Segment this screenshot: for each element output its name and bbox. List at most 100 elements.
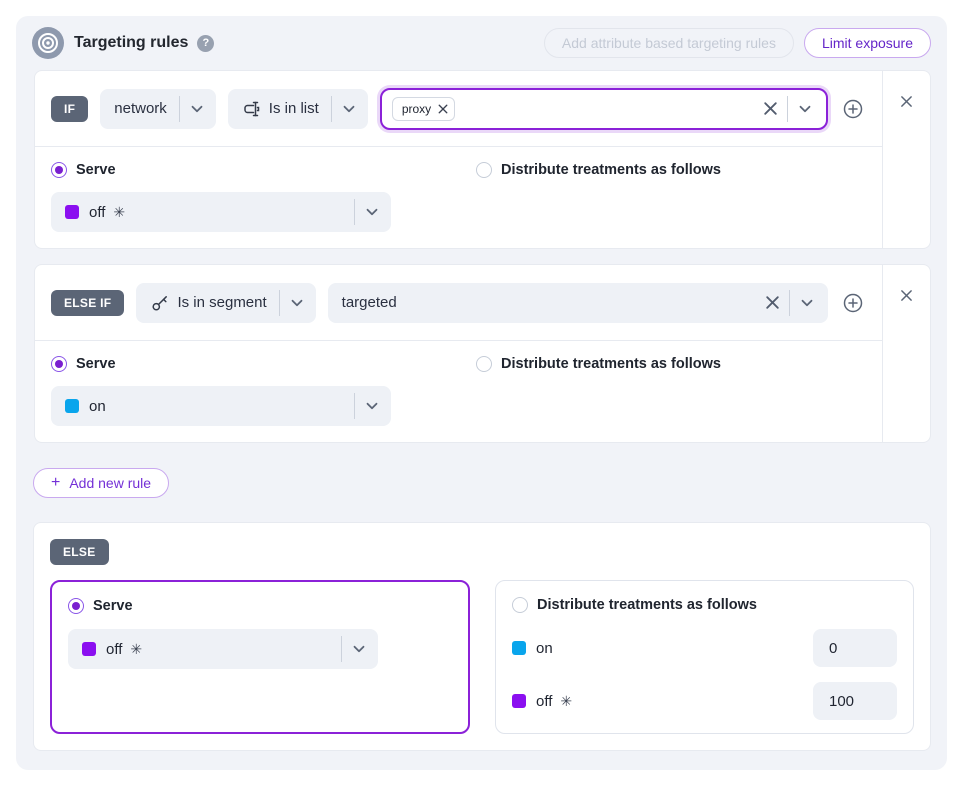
treatment-color-swatch — [512, 641, 526, 655]
rule-close-column — [882, 71, 930, 248]
divider — [354, 199, 355, 225]
matcher-select[interactable]: Is in list — [228, 89, 368, 129]
treatment-select[interactable]: off ✳ — [68, 629, 378, 669]
value-chip-label: proxy — [402, 102, 431, 116]
targeting-rules-panel: Targeting rules ? Add attribute based ta… — [16, 16, 947, 770]
chevron-down-icon — [363, 203, 381, 221]
limit-exposure-button[interactable]: Limit exposure — [804, 28, 931, 58]
else-if-badge: ELSE IF — [51, 290, 124, 316]
string-matcher-icon — [242, 99, 262, 119]
matcher-select-label: Is in segment — [177, 294, 266, 311]
if-badge: IF — [51, 96, 88, 122]
distribute-label: Distribute treatments as follows — [501, 162, 721, 178]
clear-segment-icon[interactable] — [762, 292, 783, 313]
radio-unselected[interactable] — [512, 597, 528, 613]
radio-unselected[interactable] — [476, 356, 492, 372]
serve-area: Serve Distribute treatments as follows o… — [35, 147, 882, 248]
serve-area: Serve Distribute treatments as follows o… — [35, 341, 882, 442]
treatment-color-swatch — [65, 399, 79, 413]
segment-chevron-down-icon[interactable] — [796, 292, 818, 314]
values-multiselect-input[interactable]: proxy — [380, 88, 828, 130]
serve-label: Serve — [76, 356, 116, 372]
treatment-name: off — [89, 204, 105, 221]
serve-radio-option[interactable]: Serve — [68, 598, 133, 614]
divider — [787, 96, 788, 122]
attribute-select-label: network — [114, 100, 167, 117]
distribute-row: off ✳ 100 — [512, 682, 897, 720]
else-serve-panel[interactable]: Serve off ✳ — [50, 580, 470, 734]
rule-card-if: IF network — [34, 70, 931, 249]
treatment-name: off — [106, 641, 122, 658]
segment-select-input[interactable]: targeted — [328, 283, 828, 323]
distribute-radio-option[interactable]: Distribute treatments as follows — [476, 356, 721, 372]
matcher-select-label: Is in list — [269, 100, 319, 117]
treatment-color-swatch — [65, 205, 79, 219]
distribute-radio-option[interactable]: Distribute treatments as follows — [512, 597, 757, 613]
rule-main: ELSE IF Is in segment — [35, 265, 882, 442]
segment-key-icon — [150, 293, 170, 313]
serve-radio-option[interactable]: Serve — [51, 356, 476, 372]
values-chevron-down-icon[interactable] — [794, 98, 816, 120]
rule-main: IF network — [35, 71, 882, 248]
chevron-down-icon — [340, 100, 358, 118]
radio-selected[interactable] — [51, 356, 67, 372]
else-badge: ELSE — [50, 539, 109, 565]
chevron-down-icon — [350, 640, 368, 658]
serve-radio-option[interactable]: Serve — [51, 162, 476, 178]
rule-close-column — [882, 265, 930, 442]
condition-row: IF network — [35, 71, 882, 147]
add-attribute-rules-button[interactable]: Add attribute based targeting rules — [544, 28, 794, 58]
add-new-rule-button[interactable]: + Add new rule — [33, 468, 169, 498]
default-treatment-icon: ✳ — [560, 693, 572, 710]
treatment-percentage-input[interactable]: 100 — [813, 682, 897, 720]
default-treatment-icon: ✳ — [113, 204, 125, 221]
divider — [341, 636, 342, 662]
treatment-name: off — [536, 693, 552, 710]
treatment-percentage-input[interactable]: 0 — [813, 629, 897, 667]
delete-rule-icon[interactable] — [898, 93, 915, 110]
distribute-row: on 0 — [512, 629, 897, 667]
else-panels: Serve off ✳ Distribute treatments as fol — [50, 580, 914, 734]
matcher-select[interactable]: Is in segment — [136, 283, 315, 323]
plus-icon: + — [51, 475, 60, 491]
treatment-name: on — [89, 398, 106, 415]
attribute-select[interactable]: network — [100, 89, 216, 129]
distribute-radio-option[interactable]: Distribute treatments as follows — [476, 162, 721, 178]
divider — [279, 290, 280, 316]
distribute-label: Distribute treatments as follows — [537, 597, 757, 613]
radio-selected[interactable] — [51, 162, 67, 178]
value-chip: proxy — [392, 97, 455, 121]
radio-selected[interactable] — [68, 598, 84, 614]
else-distribute-panel[interactable]: Distribute treatments as follows on 0 of… — [495, 580, 914, 734]
treatment-color-swatch — [512, 694, 526, 708]
default-treatment-icon: ✳ — [130, 641, 142, 658]
clear-values-icon[interactable] — [760, 98, 781, 119]
treatment-select[interactable]: off ✳ — [51, 192, 391, 232]
page-title: Targeting rules — [74, 34, 188, 52]
add-condition-icon[interactable] — [840, 290, 866, 316]
divider — [354, 393, 355, 419]
serve-options-row: Serve Distribute treatments as follows — [51, 356, 866, 372]
header: Targeting rules ? Add attribute based ta… — [16, 16, 947, 70]
divider — [789, 290, 790, 316]
treatment-color-swatch — [82, 642, 96, 656]
chip-remove-icon[interactable] — [438, 104, 448, 114]
chevron-down-icon — [363, 397, 381, 415]
serve-label: Serve — [93, 598, 133, 614]
treatment-select[interactable]: on — [51, 386, 391, 426]
treatment-name: on — [536, 640, 553, 657]
add-condition-icon[interactable] — [840, 96, 866, 122]
chevron-down-icon — [288, 294, 306, 312]
radio-unselected[interactable] — [476, 162, 492, 178]
add-new-rule-label: Add new rule — [69, 475, 151, 491]
serve-options-row: Serve Distribute treatments as follows — [51, 162, 866, 178]
else-card: ELSE Serve off ✳ — [33, 522, 931, 751]
chevron-down-icon — [188, 100, 206, 118]
help-icon[interactable]: ? — [197, 35, 214, 52]
rule-card-else-if: ELSE IF Is in segment — [34, 264, 931, 443]
distribute-label: Distribute treatments as follows — [501, 356, 721, 372]
delete-rule-icon[interactable] — [898, 287, 915, 304]
add-rule-row: + Add new rule — [33, 468, 931, 498]
condition-row: ELSE IF Is in segment — [35, 265, 882, 341]
divider — [179, 96, 180, 122]
